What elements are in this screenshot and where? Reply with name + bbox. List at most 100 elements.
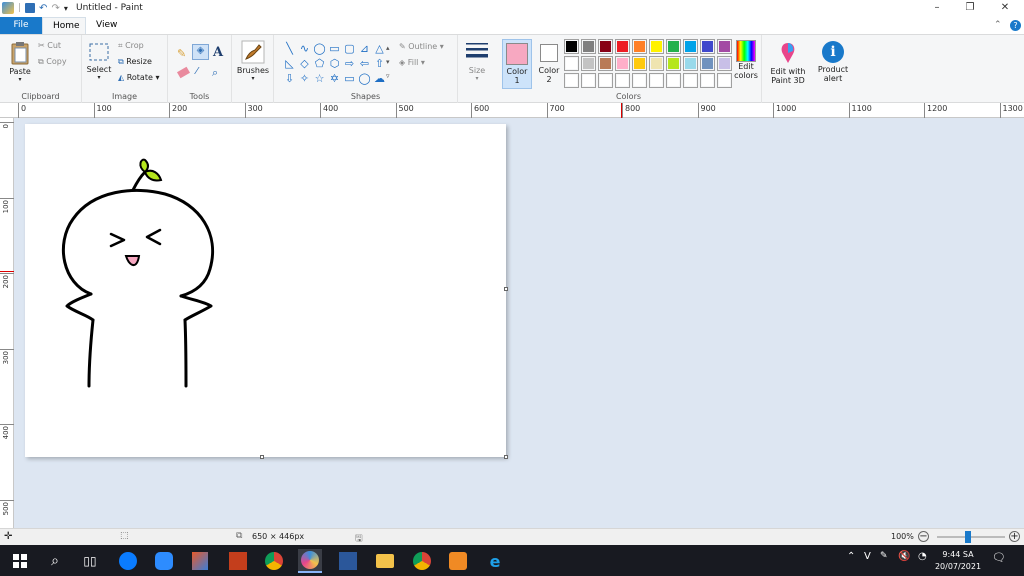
palette-swatch[interactable] <box>598 56 613 71</box>
hexagon-shape-icon[interactable]: ⬡ <box>327 56 342 71</box>
palette-swatch[interactable] <box>615 39 630 54</box>
palette-swatch[interactable] <box>564 39 579 54</box>
rounded-rect-shape-icon[interactable]: ▢ <box>342 41 357 56</box>
line-shape-icon[interactable]: ╲ <box>282 41 297 56</box>
outline-button[interactable]: ✎ Outline ▾ <box>399 42 444 51</box>
drawing-canvas[interactable] <box>25 124 508 459</box>
shapes-gallery[interactable]: ╲ ∿ ◯ ▭ ▢ ⊿ △ ◺ ◇ ⬠ ⬡ ⇨ ⇦ ⇧ ⇩ ✧ ☆ ✡ ▭ ◯ ☁ <box>282 41 390 86</box>
right-arrow-shape-icon[interactable]: ⇨ <box>342 56 357 71</box>
palette-swatch[interactable] <box>581 73 596 88</box>
select-button[interactable]: Select ▾ <box>86 41 112 81</box>
task-view-button[interactable]: ▯▯ <box>78 549 102 573</box>
palette-swatch[interactable] <box>666 56 681 71</box>
resize-handle-corner[interactable] <box>504 455 508 459</box>
minimize-button[interactable]: – <box>922 1 952 15</box>
tray-overflow-icon[interactable]: ⌃ <box>847 551 855 562</box>
redo-icon[interactable]: ↷ <box>51 3 59 14</box>
palette-swatch[interactable] <box>683 56 698 71</box>
five-point-star-shape-icon[interactable]: ☆ <box>312 71 327 86</box>
resize-handle-right[interactable] <box>504 287 508 291</box>
taskbar-zalo[interactable] <box>116 549 140 573</box>
palette-swatch[interactable] <box>717 73 732 88</box>
polygon-shape-icon[interactable]: ⊿ <box>357 41 372 56</box>
edit-colors-button[interactable]: Edit colors <box>732 40 760 80</box>
diamond-shape-icon[interactable]: ◇ <box>297 56 312 71</box>
curve-shape-icon[interactable]: ∿ <box>297 41 312 56</box>
clock[interactable]: 9:44 SA 20/07/2021 <box>934 549 982 573</box>
palette-swatch[interactable] <box>717 39 732 54</box>
tab-home[interactable]: Home <box>42 17 86 34</box>
up-arrow-shape-icon[interactable]: ⇧ <box>372 56 387 71</box>
palette-swatch[interactable] <box>666 39 681 54</box>
pentagon-shape-icon[interactable]: ⬠ <box>312 56 327 71</box>
palette-swatch[interactable] <box>683 73 698 88</box>
edit-with-paint3d-button[interactable]: Edit with Paint 3D <box>766 41 810 85</box>
tray-network-icon[interactable]: ◔ <box>918 551 927 562</box>
taskbar-word[interactable] <box>336 549 360 573</box>
tray-language[interactable]: V <box>864 551 871 562</box>
magnifier-icon[interactable]: ⌕ <box>212 66 218 80</box>
resize-handle-bottom[interactable] <box>260 455 264 459</box>
shapes-scroll-icon[interactable]: ▴ ▾ ▿ <box>386 41 390 83</box>
taskbar-snip[interactable] <box>188 549 212 573</box>
palette-swatch[interactable] <box>632 73 647 88</box>
copy-button[interactable]: ⧉ Copy <box>38 57 67 67</box>
zoom-in-button[interactable]: + <box>1009 531 1020 542</box>
palette-swatch[interactable] <box>649 39 664 54</box>
taskbar-powerpoint[interactable] <box>226 549 250 573</box>
eraser-icon[interactable] <box>176 66 191 79</box>
brushes-button[interactable]: Brushes ▾ <box>235 40 271 82</box>
taskbar-ie[interactable]: e <box>483 549 507 573</box>
triangle-shape-icon[interactable]: △ <box>372 41 387 56</box>
start-button[interactable] <box>8 549 32 573</box>
close-button[interactable]: ✕ <box>990 1 1020 15</box>
search-button[interactable]: ⌕ <box>43 549 67 573</box>
left-arrow-shape-icon[interactable]: ⇦ <box>357 56 372 71</box>
palette-swatch[interactable] <box>649 73 664 88</box>
restore-button[interactable]: ❐ <box>955 1 985 15</box>
color2-button[interactable]: Color 2 <box>534 39 564 89</box>
palette-swatch[interactable] <box>649 56 664 71</box>
tab-file[interactable]: File <box>0 17 42 34</box>
taskbar-foxit[interactable] <box>446 549 470 573</box>
tray-unikey-icon[interactable]: ✎ <box>880 551 888 561</box>
palette-swatch[interactable] <box>615 73 630 88</box>
zoom-slider-thumb[interactable] <box>965 531 971 543</box>
palette-swatch[interactable] <box>581 56 596 71</box>
resize-button[interactable]: ⧉ Resize <box>118 57 152 67</box>
taskbar-zoom[interactable] <box>152 549 176 573</box>
palette-swatch[interactable] <box>598 39 613 54</box>
color-picker-icon[interactable]: ⁄ <box>196 66 198 77</box>
tray-volume-muted-icon[interactable]: 🔇 <box>898 551 910 562</box>
pencil-icon[interactable]: ✎ <box>177 47 186 60</box>
callout-oval-shape-icon[interactable]: ◯ <box>357 71 372 86</box>
palette-swatch[interactable] <box>564 56 579 71</box>
zoom-out-button[interactable]: − <box>918 531 929 542</box>
notifications-icon[interactable]: 🗨 <box>992 551 1006 564</box>
palette-swatch[interactable] <box>615 56 630 71</box>
oval-shape-icon[interactable]: ◯ <box>312 41 327 56</box>
palette-swatch[interactable] <box>700 39 715 54</box>
palette-swatch[interactable] <box>683 39 698 54</box>
four-point-star-shape-icon[interactable]: ✧ <box>297 71 312 86</box>
color1-button[interactable]: Color 1 <box>502 39 532 89</box>
fill-bucket-icon[interactable]: ◈ <box>192 44 209 60</box>
right-triangle-shape-icon[interactable]: ◺ <box>282 56 297 71</box>
callout-rect-shape-icon[interactable]: ▭ <box>342 71 357 86</box>
palette-swatch[interactable] <box>666 73 681 88</box>
fill-button[interactable]: ◈ Fill ▾ <box>399 58 425 67</box>
help-icon[interactable]: ? <box>1010 20 1021 31</box>
size-button[interactable]: Size ▾ <box>462 40 492 82</box>
product-alert-button[interactable]: i Product alert <box>814 41 852 83</box>
callout-cloud-shape-icon[interactable]: ☁ <box>372 71 387 86</box>
collapse-ribbon-icon[interactable]: ⌃ <box>994 20 1002 30</box>
zoom-slider[interactable] <box>937 536 1005 538</box>
cut-button[interactable]: ✂ Cut <box>38 41 61 50</box>
tab-view[interactable]: View <box>86 17 126 34</box>
customize-qa-icon[interactable]: ▾ <box>64 4 68 13</box>
taskbar-file-explorer[interactable] <box>373 549 397 573</box>
paste-button[interactable]: Paste ▾ <box>6 41 34 83</box>
undo-icon[interactable]: ↶ <box>39 3 47 14</box>
taskbar-chrome[interactable] <box>410 549 434 573</box>
palette-swatch[interactable] <box>700 56 715 71</box>
